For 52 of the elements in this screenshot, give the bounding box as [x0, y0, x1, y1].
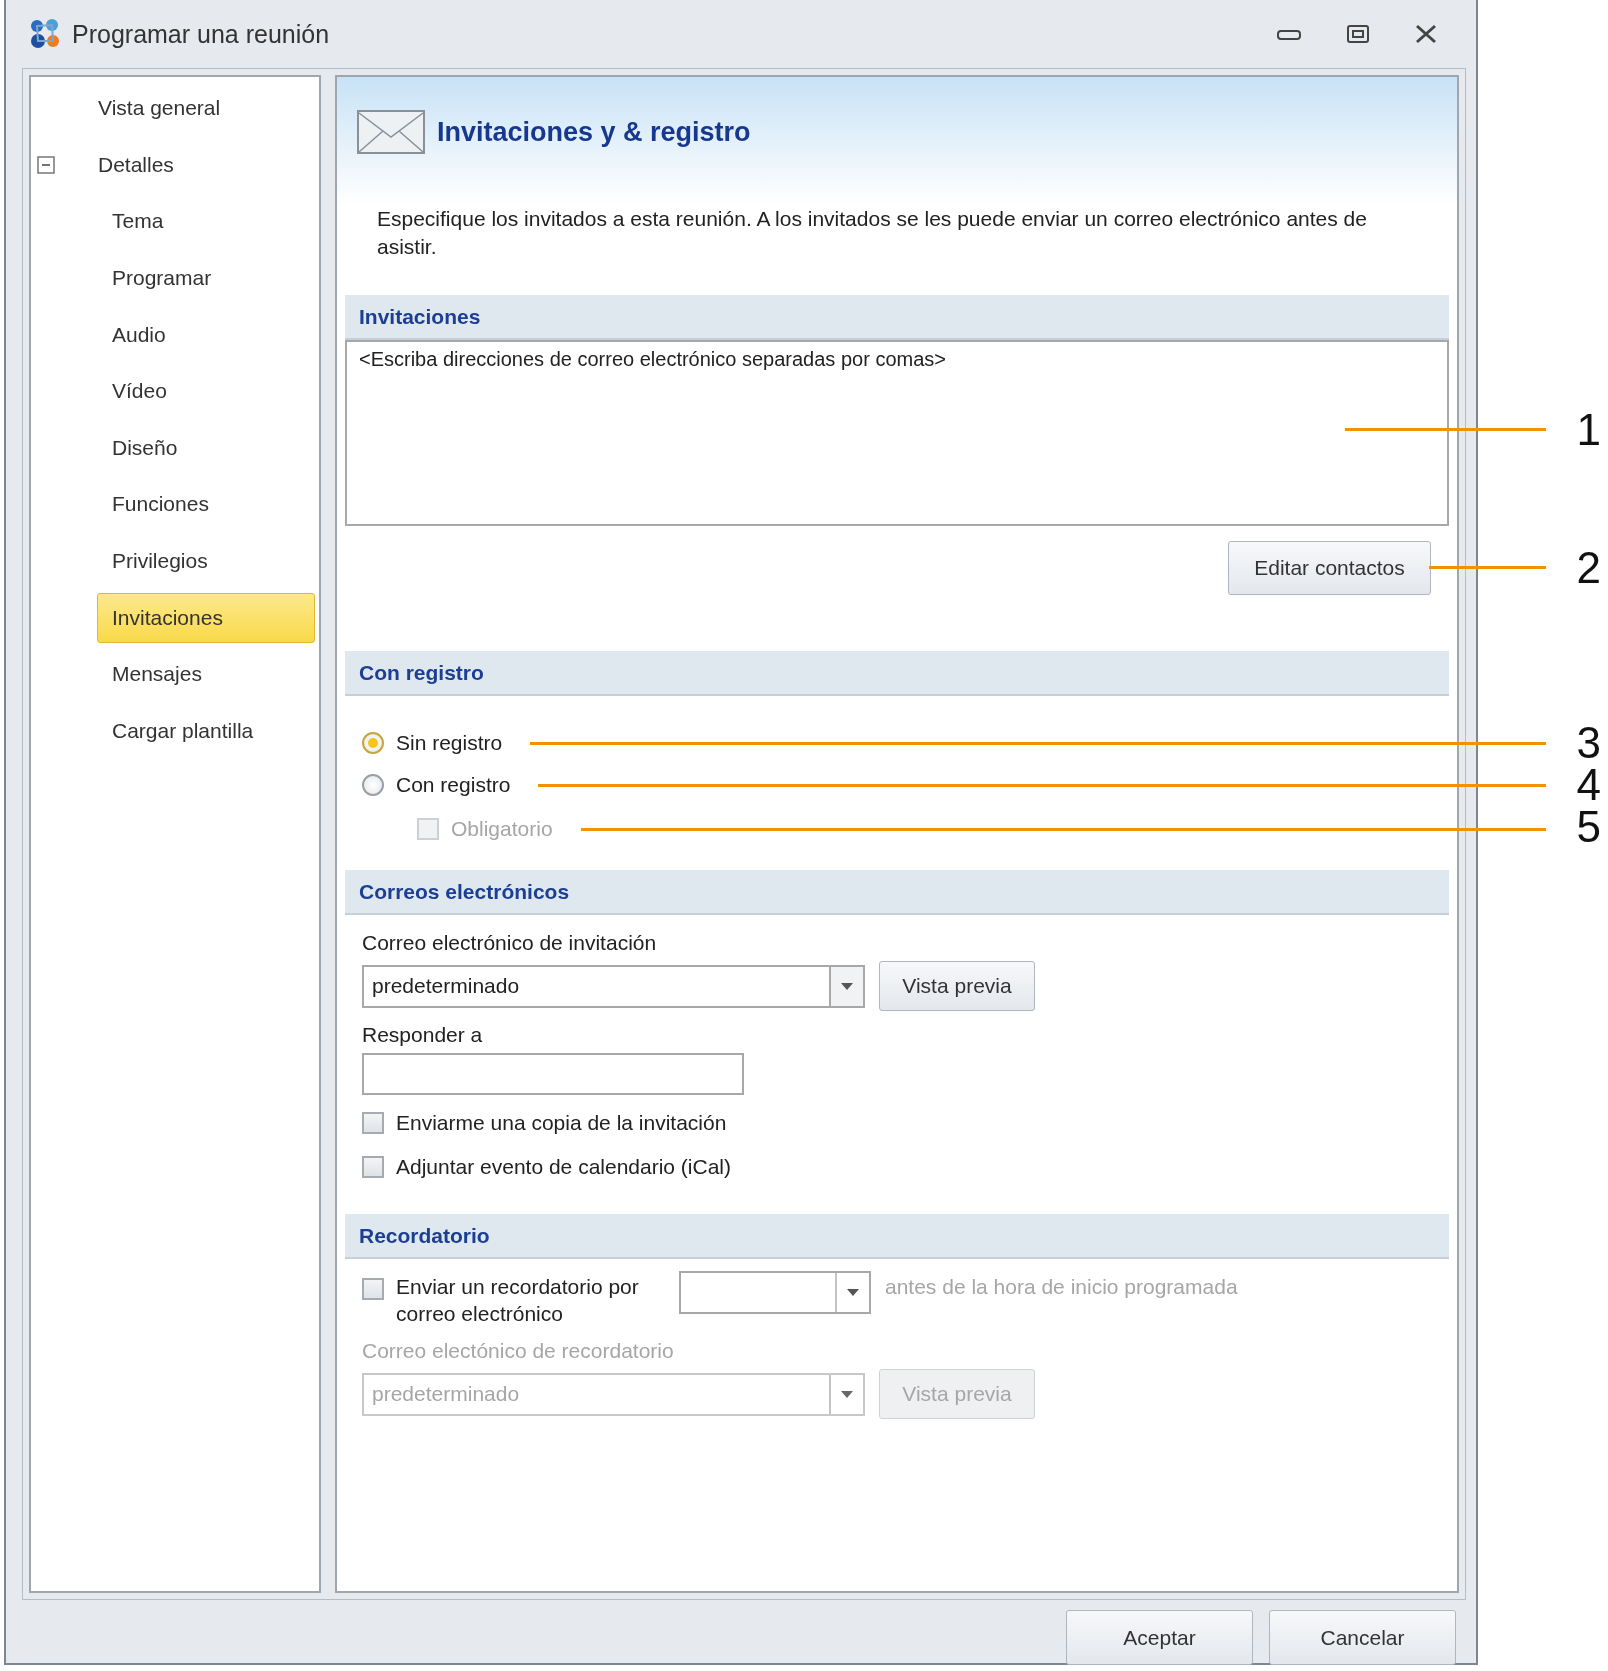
field-label: Correo electónico de recordatorio — [362, 1338, 675, 1364]
sidebar-item[interactable]: Invitaciones — [97, 592, 315, 643]
sidebar-item[interactable]: Privilegios — [97, 536, 223, 587]
section-header: Correos electrónicos — [345, 870, 1449, 915]
checkbox[interactable] — [362, 1112, 384, 1134]
radio-button[interactable] — [362, 732, 384, 754]
section-header: Recordatorio — [345, 1214, 1449, 1259]
invitation-email-dropdown[interactable]: predeterminado — [362, 964, 865, 1008]
callout-number: 1 — [1575, 406, 1601, 454]
checkbox-label: Obligatorio — [451, 817, 553, 841]
edit-contacts-button[interactable]: Editar contactos — [1228, 541, 1431, 595]
dropdown-arrow-icon — [841, 1390, 853, 1398]
radio-button[interactable] — [362, 774, 384, 796]
checkbox[interactable] — [362, 1156, 384, 1178]
field-label: Correo electrónico de invitación — [362, 930, 658, 956]
window-title: Programar una reunión — [72, 19, 330, 49]
reminder-time-dropdown[interactable] — [679, 1271, 871, 1314]
section-header: Invitaciones — [345, 295, 1449, 340]
sidebar-item[interactable]: Detalles — [83, 139, 189, 190]
restore-icon[interactable] — [1346, 24, 1370, 44]
sidebar-item[interactable]: Audio — [97, 309, 181, 360]
sidebar-item[interactable]: Tema — [97, 196, 179, 247]
cancel-button[interactable]: Cancelar — [1269, 1610, 1456, 1665]
checkbox-label: Adjuntar evento de calendario (iCal) — [396, 1155, 732, 1179]
sidebar-item[interactable]: Vista general — [83, 83, 236, 134]
page-title: Invitaciones y & registro — [437, 116, 751, 148]
dropdown-arrow-icon — [841, 982, 853, 990]
checkbox-label: Enviar un recordatorio por correo electrónico — [396, 1274, 640, 1327]
ok-button[interactable]: Aceptar — [1066, 1610, 1253, 1665]
sidebar-item[interactable]: Vídeo — [97, 366, 182, 417]
close-icon[interactable] — [1414, 23, 1438, 45]
envelope-icon — [357, 110, 425, 154]
reply-to-field[interactable] — [362, 1053, 744, 1095]
field-label: Responder a — [362, 1022, 484, 1048]
callout-number: 2 — [1575, 544, 1601, 592]
description: Especifique los invitados a esta reunión. A los invitados se les puede enviar un correo electrónico antes de asistir. — [376, 206, 1368, 260]
app-icon — [28, 17, 62, 51]
sidebar-item[interactable]: Cargar plantilla — [97, 705, 269, 756]
collapse-icon[interactable] — [37, 155, 55, 174]
section-header: Con registro — [345, 651, 1449, 696]
sidebar-item[interactable]: Mensajes — [97, 649, 217, 700]
radio-label: Con registro — [396, 773, 511, 797]
preview-button[interactable]: Vista previa — [879, 961, 1035, 1011]
checkbox-label: Enviarme una copia de la invitación — [396, 1111, 727, 1135]
hint-text: antes de la hora de inicio programada — [885, 1274, 1238, 1300]
dropdown-arrow-icon — [847, 1289, 859, 1296]
radio-label: Sin registro — [396, 731, 503, 755]
sidebar-item[interactable]: Programar — [97, 253, 227, 304]
email-addresses-field[interactable]: <Escriba direcciones de correo electrónico separadas por comas> — [345, 340, 1449, 526]
minimize-icon[interactable] — [1276, 27, 1302, 41]
sidebar-item[interactable]: Funciones — [97, 479, 224, 530]
sidebar-item[interactable]: Diseño — [97, 422, 193, 473]
